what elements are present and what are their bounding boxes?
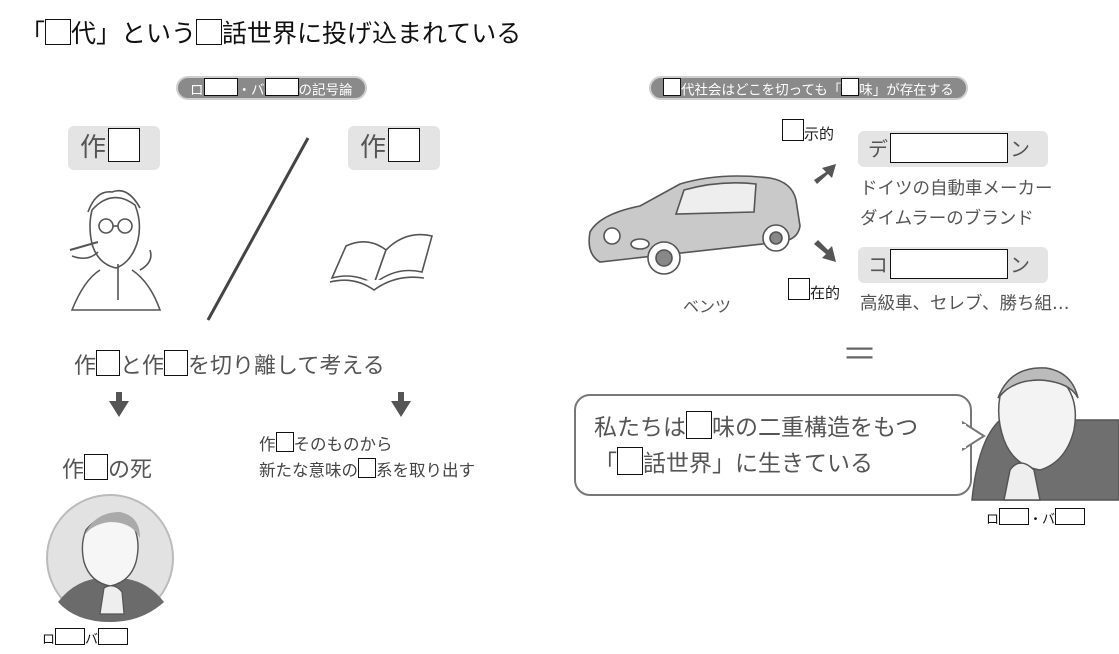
benz-car-icon	[588, 175, 801, 275]
connotation-term: コン	[858, 247, 1048, 283]
car-label: ベンツ	[683, 297, 732, 316]
new-meaning-text: 作そのものから 新たな意味の 系を取り出す	[259, 432, 475, 484]
blank-box	[45, 19, 72, 45]
blank-box	[264, 78, 299, 96]
blank-box	[388, 128, 421, 162]
speech-line-1: 私たちは 味の二重構造をもつ	[594, 410, 952, 446]
blank-box	[98, 628, 129, 645]
blank-box	[617, 447, 643, 475]
divider-slash	[206, 137, 310, 321]
blank-box	[890, 133, 1008, 163]
branch-arrows	[814, 164, 836, 262]
blank-box	[788, 278, 810, 300]
blank-box	[164, 349, 189, 376]
denotation-term: デン	[858, 131, 1048, 167]
blank-box	[663, 78, 681, 96]
blank-box	[841, 78, 860, 96]
speech-line-2: 「話世界」に生きている	[594, 446, 952, 482]
blank-box	[358, 458, 376, 479]
denotation-description: ドイツの自動車メーカー ダイムラーのブランド	[860, 179, 1053, 229]
separate-author-work-text: 作と作 を切り離して考える	[74, 348, 385, 380]
speech-bubble-tail	[962, 420, 986, 452]
denotation-label: 示的	[782, 119, 834, 144]
speech-bubble: 私たちは 味の二重構造をもつ 「話世界」に生きている	[574, 394, 972, 496]
equals-mark: ||	[845, 344, 876, 362]
blank-box	[84, 453, 109, 480]
semiotics-pill: ロ・バ の記号論	[176, 76, 367, 100]
blank-box	[1055, 508, 1086, 525]
blank-box	[999, 508, 1030, 525]
blank-box	[96, 349, 121, 376]
work-card: 作	[348, 126, 440, 170]
modern-society-pill: 代社会はどこを切っても「 味」が存在する	[649, 76, 968, 100]
author-figure-icon	[69, 189, 162, 311]
caption-left: ロバ	[42, 628, 129, 647]
blank-box	[196, 19, 223, 45]
connotation-description: 高級車、セレブ、勝ち組…	[860, 294, 1070, 314]
blank-box	[782, 119, 804, 141]
barthes-portrait-right	[971, 367, 1119, 501]
connotation-label: 在的	[788, 278, 840, 303]
death-of-author-text: 作の死	[62, 452, 152, 484]
open-book-icon	[329, 233, 433, 291]
blank-box	[203, 78, 238, 96]
blank-box	[108, 128, 141, 162]
blank-box	[275, 432, 294, 452]
blank-box	[890, 249, 1008, 279]
barthes-portrait-left	[46, 494, 174, 622]
blank-box	[55, 628, 86, 645]
author-card: 作	[68, 126, 160, 170]
caption-right: ロ・バ	[986, 508, 1086, 527]
main-title: 「代」という 話世界に投げ込まれている	[20, 19, 522, 48]
down-arrows	[109, 392, 411, 417]
blank-box	[686, 411, 712, 439]
